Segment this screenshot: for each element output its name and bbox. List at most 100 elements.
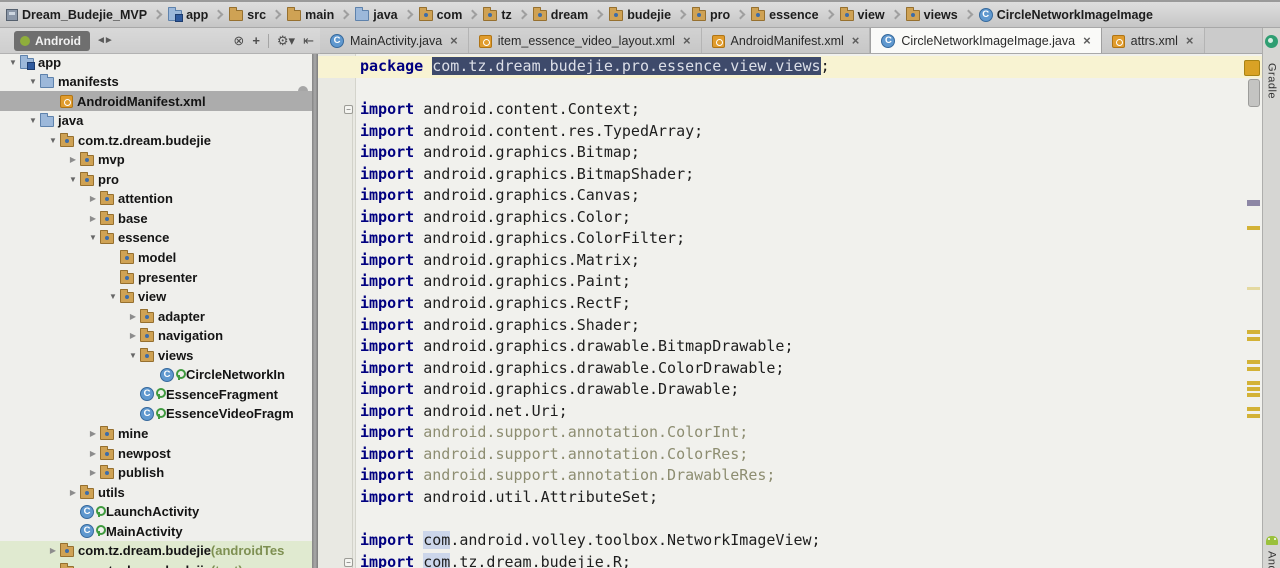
breadcrumb-item-com[interactable]: com bbox=[415, 2, 467, 27]
tree-item-attention[interactable]: ▶ attention bbox=[0, 189, 312, 209]
tree-item-navigation[interactable]: ▶ navigation bbox=[0, 326, 312, 346]
tree-item-mine[interactable]: ▶ mine bbox=[0, 423, 312, 443]
tree-expanded-arrow-icon[interactable]: ▼ bbox=[26, 116, 40, 125]
tree-item-com-tz-dream-budejie[interactable]: ▶ com.tz.dream.budejie (androidTes bbox=[0, 540, 312, 561]
tree-item-model[interactable]: model bbox=[0, 248, 312, 268]
tree-item-view[interactable]: ▼ view bbox=[0, 287, 312, 307]
hide-panel-icon[interactable]: ⇤ bbox=[303, 33, 314, 49]
tab-item_essence_video_layout.xml[interactable]: item_essence_video_layout.xml × bbox=[468, 28, 702, 53]
tree-item-com-tz-dream-budejie[interactable]: ▼ com.tz.dream.budejie bbox=[0, 130, 312, 150]
code-line[interactable]: import android.content.Context; bbox=[360, 99, 1242, 121]
tree-expanded-arrow-icon[interactable]: ▼ bbox=[86, 233, 100, 242]
breadcrumb-item-view[interactable]: view bbox=[836, 2, 889, 27]
tree-item-essencevideofragm[interactable]: EssenceVideoFragm bbox=[0, 404, 312, 424]
tab-close-icon[interactable]: × bbox=[683, 33, 691, 48]
tree-expanded-arrow-icon[interactable]: ▼ bbox=[106, 292, 120, 301]
collapse-all-icon[interactable]: ⊗ bbox=[233, 33, 244, 49]
code-line[interactable]: import android.graphics.Paint; bbox=[360, 271, 1242, 293]
code-line[interactable]: import android.net.Uri; bbox=[360, 401, 1242, 423]
tree-collapsed-arrow-icon[interactable]: ▶ bbox=[66, 488, 80, 497]
tree-collapsed-arrow-icon[interactable]: ▶ bbox=[66, 155, 80, 164]
gradle-tool-tab[interactable]: Gradle bbox=[1263, 33, 1280, 102]
tree-expanded-arrow-icon[interactable]: ▼ bbox=[66, 175, 80, 184]
tab-androidmanifest.xml[interactable]: AndroidManifest.xml × bbox=[701, 28, 871, 53]
code-line[interactable]: import android.graphics.BitmapShader; bbox=[360, 164, 1242, 186]
tree-expanded-arrow-icon[interactable]: ▼ bbox=[126, 351, 140, 360]
panel-switcher-icon[interactable]: ◄► bbox=[96, 35, 114, 46]
code-line[interactable]: import android.graphics.Color; bbox=[360, 207, 1242, 229]
tree-item-manifests[interactable]: ▼ manifests bbox=[0, 72, 312, 92]
code-line[interactable]: import android.support.annotation.Drawab… bbox=[360, 465, 1242, 487]
tree-item-pro[interactable]: ▼ pro bbox=[0, 169, 312, 189]
breadcrumb-item-circlenetworkimageimage[interactable]: CircleNetworkImageImage bbox=[975, 2, 1157, 27]
breadcrumb-item-pro[interactable]: pro bbox=[688, 2, 734, 27]
tab-close-icon[interactable]: × bbox=[1186, 33, 1194, 48]
tree-item-publish[interactable]: ▶ publish bbox=[0, 463, 312, 483]
breadcrumb-item-app[interactable]: app bbox=[164, 2, 212, 27]
code-line[interactable]: import android.support.annotation.ColorR… bbox=[360, 444, 1242, 466]
settings-gear-icon[interactable]: ⚙▾ bbox=[277, 33, 295, 49]
breadcrumb-item-tz[interactable]: tz bbox=[479, 2, 515, 27]
tree-expanded-arrow-icon[interactable]: ▼ bbox=[46, 136, 60, 145]
code-line[interactable]: import android.support.annotation.ColorI… bbox=[360, 422, 1242, 444]
tree-item-mvp[interactable]: ▶ mvp bbox=[0, 150, 312, 170]
breadcrumb-item-budejie[interactable]: budejie bbox=[605, 2, 675, 27]
breadcrumb-item-essence[interactable]: essence bbox=[747, 2, 822, 27]
breadcrumb-item-main[interactable]: main bbox=[283, 2, 338, 27]
tab-mainactivity.java[interactable]: MainActivity.java × bbox=[320, 28, 469, 53]
tab-close-icon[interactable]: × bbox=[852, 33, 860, 48]
code-line[interactable]: import android.graphics.Matrix; bbox=[360, 250, 1242, 272]
code-line[interactable]: import android.graphics.Canvas; bbox=[360, 185, 1242, 207]
tree-item-circlenetworkin[interactable]: CircleNetworkIn bbox=[0, 365, 312, 385]
tree-collapsed-arrow-icon[interactable]: ▶ bbox=[86, 429, 100, 438]
tree-collapsed-arrow-icon[interactable]: ▶ bbox=[86, 449, 100, 458]
fold-marker-icon[interactable]: − bbox=[344, 557, 353, 567]
tree-item-views[interactable]: ▼ views bbox=[0, 345, 312, 365]
breadcrumb-item-java[interactable]: java bbox=[351, 2, 401, 27]
tree-item-launchactivity[interactable]: LaunchActivity bbox=[0, 502, 312, 522]
tree-item-base[interactable]: ▶ base bbox=[0, 208, 312, 228]
breadcrumb-item-dream[interactable]: dream bbox=[529, 2, 593, 27]
breadcrumb-item-views[interactable]: views bbox=[902, 2, 962, 27]
code-line[interactable]: import android.util.AttributeSet; bbox=[360, 487, 1242, 509]
tree-collapsed-arrow-icon[interactable]: ▶ bbox=[86, 194, 100, 203]
code-line[interactable]: import android.graphics.drawable.BitmapD… bbox=[360, 336, 1242, 358]
tree-item-essence[interactable]: ▼ essence bbox=[0, 228, 312, 248]
code-line[interactable]: import android.graphics.RectF; bbox=[360, 293, 1242, 315]
tree-item-utils[interactable]: ▶ utils bbox=[0, 482, 312, 502]
scroll-to-source-icon[interactable]: + bbox=[252, 33, 260, 48]
scrollbar-thumb[interactable] bbox=[1248, 79, 1260, 107]
code-line[interactable] bbox=[360, 78, 1242, 100]
tab-close-icon[interactable]: × bbox=[1083, 33, 1091, 48]
code-line[interactable]: import android.graphics.drawable.Drawabl… bbox=[360, 379, 1242, 401]
tree-expanded-arrow-icon[interactable]: ▼ bbox=[6, 58, 20, 67]
tree-item-mainactivity[interactable]: MainActivity bbox=[0, 521, 312, 541]
tree-item-presenter[interactable]: presenter bbox=[0, 267, 312, 287]
tab-circlenetworkimageimage.java[interactable]: CircleNetworkImageImage.java × bbox=[870, 28, 1102, 53]
tree-expanded-arrow-icon[interactable]: ▼ bbox=[26, 77, 40, 86]
tree-item-newpost[interactable]: ▶ newpost bbox=[0, 443, 312, 463]
code-line[interactable]: import android.graphics.Shader; bbox=[360, 315, 1242, 337]
code-line[interactable]: import android.graphics.drawable.ColorDr… bbox=[360, 358, 1242, 380]
tree-item-essencefragment[interactable]: EssenceFragment bbox=[0, 384, 312, 404]
tree-item-androidmanifest-xml[interactable]: AndroidManifest.xml bbox=[0, 91, 312, 112]
breadcrumb-item-dream_budejie_mvp[interactable]: Dream_Budejie_MVP bbox=[2, 2, 151, 27]
project-view-selector[interactable]: Android bbox=[14, 30, 90, 51]
code-line[interactable]: import android.graphics.Bitmap; bbox=[360, 142, 1242, 164]
tree-item-java[interactable]: ▼ java bbox=[0, 111, 312, 131]
breadcrumb-item-src[interactable]: src bbox=[225, 2, 270, 27]
tree-item-adapter[interactable]: ▶ adapter bbox=[0, 306, 312, 326]
tree-item-com-tz-dream-budejie[interactable]: ▶com.tz.dream.budejie (test) bbox=[0, 560, 312, 568]
android-tool-tab[interactable]: And bbox=[1263, 533, 1280, 568]
code-line[interactable] bbox=[360, 508, 1242, 530]
tree-collapsed-arrow-icon[interactable]: ▶ bbox=[126, 331, 140, 340]
tab-close-icon[interactable]: × bbox=[450, 33, 458, 48]
fold-marker-icon[interactable]: − bbox=[344, 105, 353, 115]
tree-collapsed-arrow-icon[interactable]: ▶ bbox=[126, 312, 140, 321]
tree-collapsed-arrow-icon[interactable]: ▶ bbox=[46, 546, 60, 555]
code-line[interactable]: import com.android.volley.toolbox.Networ… bbox=[360, 530, 1242, 552]
tab-attrs.xml[interactable]: attrs.xml × bbox=[1101, 28, 1205, 53]
code-line[interactable]: import android.graphics.ColorFilter; bbox=[360, 228, 1242, 250]
code-editor[interactable]: package com.tz.dream.budejie.pro.essence… bbox=[318, 54, 1262, 568]
tree-collapsed-arrow-icon[interactable]: ▶ bbox=[86, 214, 100, 223]
